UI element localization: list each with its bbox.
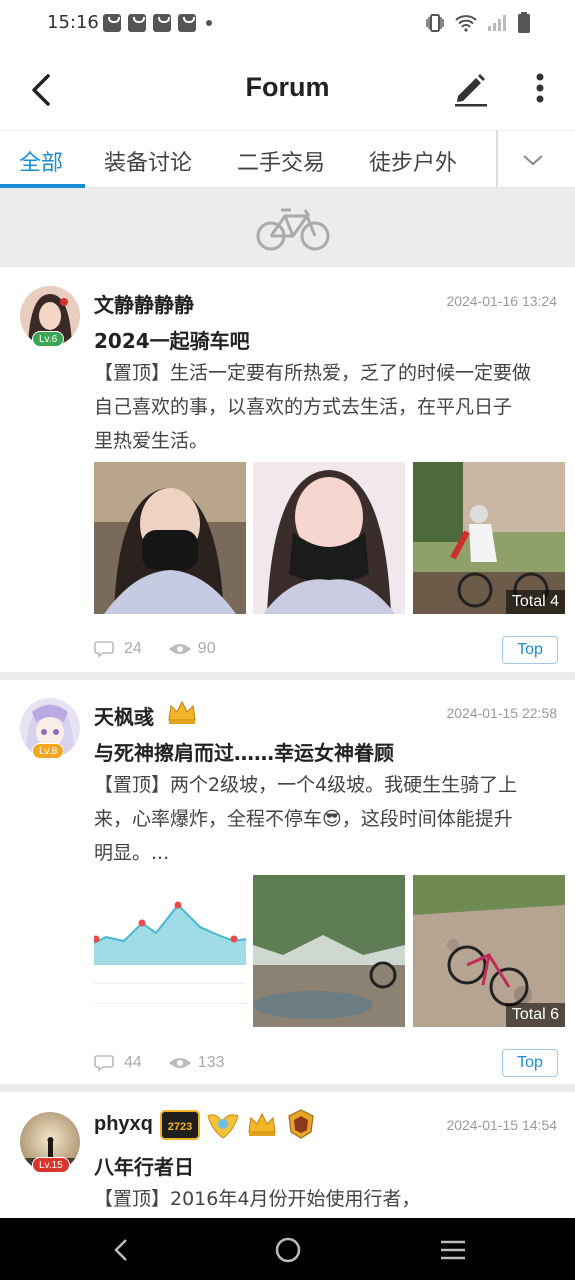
- status-icons: [425, 12, 531, 34]
- post-date: 2024-01-15 14:54: [446, 1117, 557, 1133]
- nav-back-icon[interactable]: [106, 1234, 138, 1266]
- tab-equipment[interactable]: 装备讨论: [104, 145, 192, 177]
- wifi-icon: [455, 15, 477, 32]
- chevron-down-icon[interactable]: [518, 145, 548, 175]
- shopping-bag-icon: [103, 14, 121, 32]
- nav-recents-icon[interactable]: [437, 1234, 469, 1266]
- avatar[interactable]: Lv.6: [20, 286, 80, 347]
- more-notifications-dot: [206, 20, 212, 26]
- vibrate-icon: [426, 14, 444, 32]
- view-count: 133: [197, 1054, 225, 1071]
- level-badge: Lv.6: [32, 331, 65, 347]
- avatar[interactable]: Lv.15: [20, 1112, 80, 1173]
- top-pinned-tag[interactable]: Top: [502, 1049, 558, 1077]
- image-total-count: Total 4: [505, 590, 565, 614]
- crown-badge-icon: [248, 1112, 276, 1136]
- excerpt-line: 明显。...: [94, 842, 170, 864]
- post-title[interactable]: 2024一起骑车吧: [94, 325, 250, 354]
- notification-icons: [103, 14, 212, 32]
- image-total-count: Total 6: [505, 1003, 565, 1027]
- status-time: 15:16: [47, 12, 99, 33]
- tab-all[interactable]: 全部: [19, 145, 63, 177]
- bicycle-icon: [256, 208, 330, 251]
- shopping-bag-icon: [153, 14, 171, 32]
- post-item[interactable]: Lv.8 天枫彧 2024-01-15 22:58 与死神擦肩而过……幸运女神眷…: [0, 680, 575, 1082]
- excerpt-line: 【置顶】生活一定要有所热爱，乏了的时候一定要做: [94, 362, 532, 384]
- post-excerpt: 【置顶】2016年4月份开始使用行者，: [94, 1182, 559, 1216]
- comment-icon: [94, 641, 114, 658]
- post-image[interactable]: [253, 462, 405, 614]
- post-separator: [0, 672, 575, 680]
- comment-count: 44: [124, 1054, 142, 1071]
- post-separator: [0, 1084, 575, 1092]
- level-badge: Lv.8: [32, 743, 65, 759]
- post-stats: 24 90: [94, 640, 242, 658]
- pro-badge-number: 2723: [167, 1121, 193, 1133]
- post-image[interactable]: [94, 875, 246, 1027]
- post-title[interactable]: 与死神擦肩而过……幸运女神眷顾: [94, 737, 394, 766]
- pro-badge: 2723: [160, 1110, 200, 1140]
- level-badge: Lv.15: [32, 1157, 70, 1173]
- post-stats: 44 133: [94, 1054, 251, 1072]
- author-name[interactable]: 文静静静静: [94, 289, 194, 318]
- post-image[interactable]: Total 4: [413, 462, 565, 614]
- top-pinned-tag[interactable]: Top: [502, 636, 558, 664]
- excerpt-line: 里热爱生活。: [94, 430, 209, 452]
- wings-badge-icon: [207, 1114, 239, 1139]
- excerpt-line: 【置顶】两个2级坡，一个4级坡。我硬生生骑了上: [94, 774, 518, 796]
- comment-count: 24: [124, 640, 142, 657]
- crown-badge-icon: [168, 700, 196, 724]
- excerpt-line: 来，心率爆炸，全程不停车😎，这段时间体能提升: [94, 808, 513, 830]
- status-bar: 15:16: [0, 0, 575, 48]
- category-tabs: 全部 装备讨论 二手交易 徒步户外: [0, 130, 575, 188]
- author-name[interactable]: 天枫彧: [94, 701, 154, 730]
- signal-icon: [488, 15, 506, 31]
- excerpt-line: 自己喜欢的事，以喜欢的方式去生活，在平凡日子: [94, 396, 513, 418]
- avatar[interactable]: Lv.8: [20, 698, 80, 759]
- post-date: 2024-01-15 22:58: [446, 705, 557, 721]
- comment-icon: [94, 1055, 114, 1072]
- post-image[interactable]: [94, 462, 246, 614]
- excerpt-line: 【置顶】2016年4月份开始使用行者，: [94, 1188, 421, 1210]
- nav-home-icon[interactable]: [272, 1234, 304, 1266]
- post-image[interactable]: [253, 875, 405, 1027]
- tab-divider: [496, 131, 498, 188]
- post-excerpt: 【置顶】两个2级坡，一个4级坡。我硬生生骑了上 来，心率爆炸，全程不停车😎，这段…: [94, 768, 559, 870]
- post-image[interactable]: Total 6: [413, 875, 565, 1027]
- shopping-bag-icon: [128, 14, 146, 32]
- battery-icon: [518, 12, 530, 33]
- forum-banner: [0, 188, 575, 267]
- edit-post-icon[interactable]: [450, 68, 490, 108]
- eye-icon: [168, 1058, 191, 1068]
- tab-second-hand[interactable]: 二手交易: [237, 145, 325, 177]
- view-count: 90: [197, 640, 216, 657]
- shield-badge-icon: [288, 1109, 314, 1139]
- author-name[interactable]: phyxq: [94, 1113, 153, 1136]
- more-options-icon[interactable]: [522, 68, 558, 108]
- post-title[interactable]: 八年行者日: [94, 1151, 194, 1180]
- app-bar: Forum: [0, 48, 575, 130]
- eye-icon: [168, 644, 191, 654]
- system-navigation-bar: [0, 1218, 575, 1280]
- post-item[interactable]: Lv.15 phyxq 2723 2024-01-15 14:54 八年行者日 …: [0, 1092, 575, 1218]
- tab-hiking[interactable]: 徒步户外: [369, 145, 457, 177]
- post-excerpt: 【置顶】生活一定要有所热爱，乏了的时候一定要做 自己喜欢的事，以喜欢的方式去生活…: [94, 356, 559, 458]
- post-item[interactable]: Lv.6 文静静静静 2024-01-16 13:24 2024一起骑车吧 【置…: [0, 268, 575, 670]
- post-date: 2024-01-16 13:24: [446, 293, 557, 309]
- shopping-bag-icon: [178, 14, 196, 32]
